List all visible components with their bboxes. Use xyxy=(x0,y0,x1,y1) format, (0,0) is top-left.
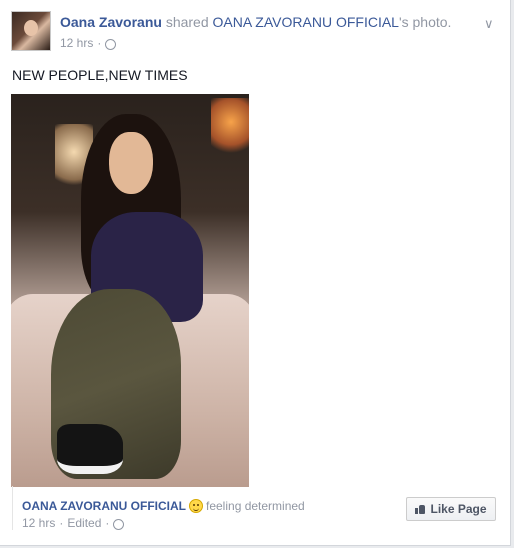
photo-sneaker xyxy=(57,424,123,474)
attachment-divider xyxy=(12,486,13,530)
like-page-button[interactable]: Like Page xyxy=(406,497,496,521)
shared-photo-link[interactable]: 's photo. xyxy=(399,14,452,30)
shared-meta-row: 12 hrs · Edited · xyxy=(22,516,125,530)
meta-separator-1: · xyxy=(59,516,64,530)
feeling-text: feeling determined xyxy=(206,499,305,513)
meta-separator-2: · xyxy=(105,516,110,530)
shared-photo[interactable] xyxy=(11,94,249,487)
globe-icon[interactable] xyxy=(105,38,117,50)
story-header: Oana Zavoranu shared OANA ZAVORANU OFFIC… xyxy=(60,14,451,30)
post-text: NEW PEOPLE,NEW TIMES xyxy=(12,67,188,83)
smiley-emoji-icon xyxy=(189,499,203,513)
feed-story-card: Oana Zavoranu shared OANA ZAVORANU OFFIC… xyxy=(0,0,511,546)
photo-face xyxy=(109,132,153,194)
shared-page-row: OANA ZAVORANU OFFICIAL feeling determine… xyxy=(22,499,305,513)
globe-icon[interactable] xyxy=(113,518,125,530)
like-page-label: Like Page xyxy=(430,502,487,516)
shared-page-link[interactable]: OANA ZAVORANU OFFICIAL xyxy=(213,14,399,30)
photo-light xyxy=(211,98,249,158)
chevron-down-icon[interactable]: ∨ xyxy=(484,16,494,32)
shared-timestamp[interactable]: 12 hrs xyxy=(22,516,55,530)
edited-label[interactable]: Edited xyxy=(67,516,101,530)
post-timestamp[interactable]: 12 hrs xyxy=(60,36,93,50)
author-avatar[interactable] xyxy=(11,11,51,51)
shared-text: shared xyxy=(165,14,209,30)
timestamp-separator: · xyxy=(97,36,102,50)
shared-page-name-link[interactable]: OANA ZAVORANU OFFICIAL xyxy=(22,499,186,513)
author-name-link[interactable]: Oana Zavoranu xyxy=(60,14,162,30)
thumbs-up-icon xyxy=(415,504,426,514)
post-timestamp-row: 12 hrs · xyxy=(60,36,117,50)
